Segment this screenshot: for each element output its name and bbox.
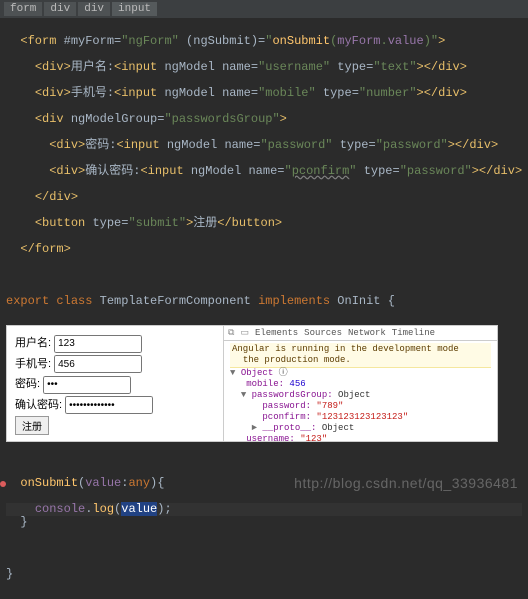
code-line: } [6,568,522,581]
devtools-tabs: ⧉ ▭ Elements Sources Network Timeline [224,326,497,341]
expand-icon[interactable]: ▼ [241,390,246,400]
breadcrumb-item[interactable]: input [112,2,157,16]
code-line: <form #myForm="ngForm" (ngSubmit)="onSub… [6,35,522,48]
browser-preview-panel: 用户名: 手机号: 密码: 确认密码: 注册 ⧉ ▭ Elements Sour… [6,325,498,442]
device-icon[interactable]: ▭ [240,328,249,338]
code-line: <div>手机号:<input ngModel name="mobile" ty… [6,87,522,100]
expand-icon[interactable]: ▼ [230,368,235,378]
pconfirm-label: 确认密码: [15,399,62,411]
breadcrumb-item[interactable]: form [4,2,42,16]
user-label: 用户名: [15,337,51,349]
code-line: <button type="submit">注册</button> [6,217,522,230]
breadcrumb-item[interactable]: div [44,2,76,16]
code-line: </div> [6,191,522,204]
mobile-label: 手机号: [15,358,51,370]
code-line: <div>用户名:<input ngModel name="username" … [6,61,522,74]
password-input[interactable] [43,376,131,394]
password-label: 密码: [15,378,40,390]
expand-icon[interactable]: ► [252,423,257,433]
code-line-active: console.log(value); [6,503,522,516]
code-line: <div>确认密码:<input ngModel name="pconfirm"… [6,165,522,178]
code-line: </form> [6,243,522,256]
code-line: <div>密码:<input ngModel name="password" t… [6,139,522,152]
breakpoint-icon[interactable] [0,481,6,487]
breadcrumb: form div div input [0,0,528,18]
code-line [6,451,522,464]
selection: value [121,502,157,516]
console-output[interactable]: Angular is running in the development mo… [224,341,497,441]
code-line: export class TemplateFormComponent imple… [6,295,522,308]
tab-network[interactable]: Network [348,328,386,338]
tab-timeline[interactable]: Timeline [392,328,435,338]
breadcrumb-item[interactable]: div [78,2,110,16]
tab-elements[interactable]: Elements [255,328,298,338]
console-warning: Angular is running in the development mo… [230,343,491,368]
username-input[interactable] [54,335,142,353]
submit-button[interactable]: 注册 [15,416,49,435]
watermark-text: http://blog.csdn.net/qq_33936481 [294,475,518,491]
inspect-icon[interactable]: ⧉ [228,328,234,338]
code-line [6,542,522,555]
rendered-form: 用户名: 手机号: 密码: 确认密码: 注册 [7,326,223,441]
code-editor[interactable]: <form #myForm="ngForm" (ngSubmit)="onSub… [0,18,528,598]
tab-sources[interactable]: Sources [304,328,342,338]
devtools-panel: ⧉ ▭ Elements Sources Network Timeline An… [223,326,497,441]
code-line: <div ngModelGroup="passwordsGroup"> [6,113,522,126]
code-line [6,269,522,282]
code-line: } [6,516,522,529]
mobile-input[interactable] [54,355,142,373]
pconfirm-input[interactable] [65,396,153,414]
